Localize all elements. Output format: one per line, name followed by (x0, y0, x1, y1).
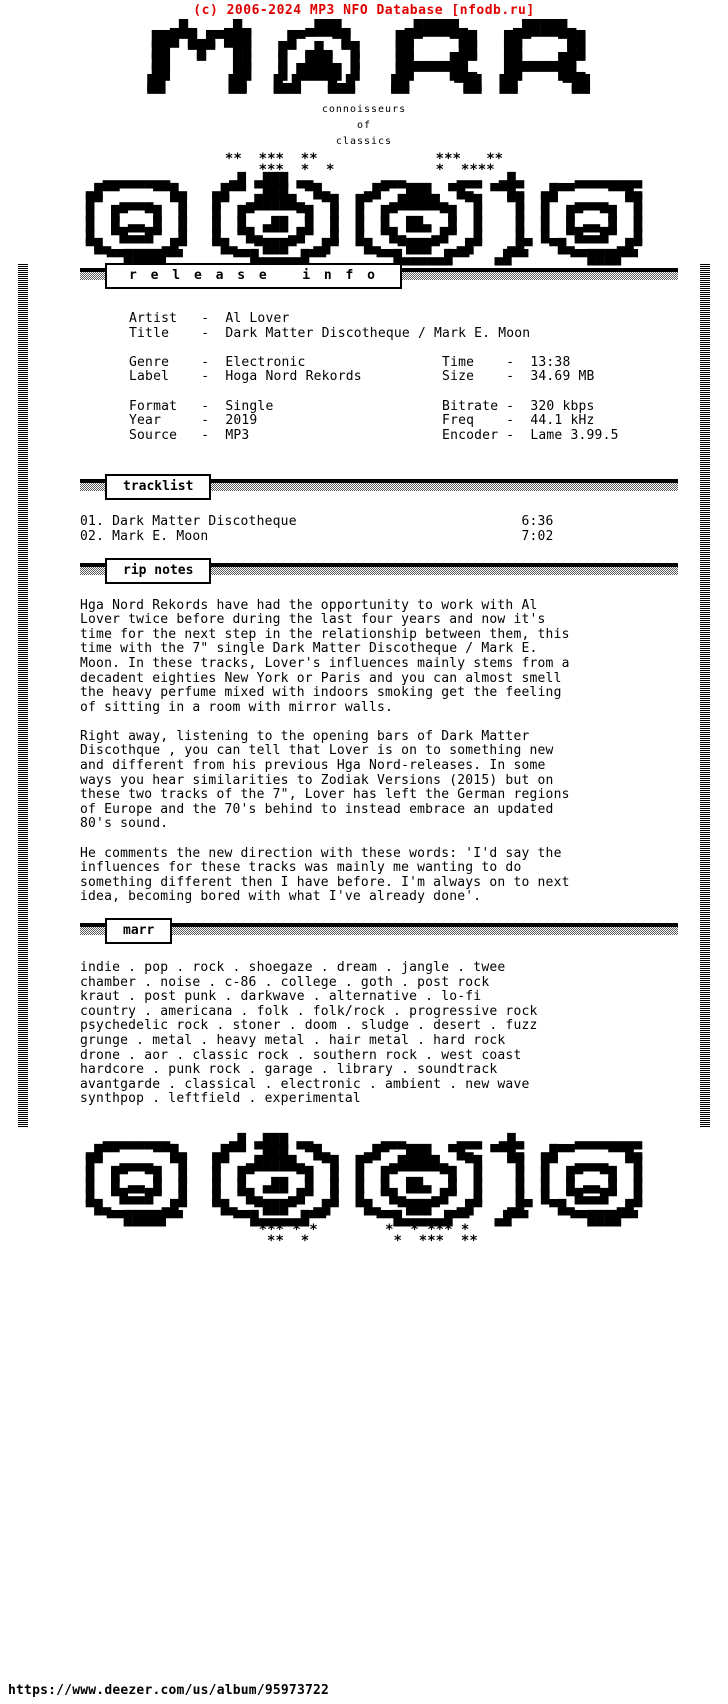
section-label-marr: marr (105, 918, 173, 944)
section-label-rip-notes: rip notes (105, 557, 212, 584)
section-header-tracklist: tracklist (0, 474, 728, 501)
ornament-bottom-stars: *** * * * * *** * ** * * *** ** (258, 1221, 478, 1249)
nfo-body-frame: r e l e a s e i n f o Artist - Al Lover … (0, 263, 728, 1127)
ornament-top-scroll: ▄▄▄▄▄▄▄▄ ▄█ ▄███ ▄▄ ▄▄▄ ▄▄▄ ▄█▄ ▄▄▄▄▄▄▄▄… (85, 173, 643, 266)
logo-tagline-classics: classics (335, 136, 393, 147)
genre-tag-list: indie . pop . rock . shoegaze . dream . … (80, 960, 538, 1107)
nfo-page: (c) 2006-2024 MP3 NFO Database [nfodb.ru… (0, 0, 728, 1704)
release-info-box: Artist - Al Lover Title - Dark Matter Di… (49, 290, 679, 461)
release-info-fields: Artist - Al Lover Title - Dark Matter Di… (129, 311, 619, 443)
logo-tagline-connoisseurs: connoisseurs (321, 104, 407, 115)
source-url[interactable]: https://www.deezer.com/us/album/95973722 (8, 1683, 329, 1698)
section-header-rip-notes: rip notes (0, 557, 728, 585)
logo-tagline-of: of (356, 120, 372, 131)
tracklist-entries: 01. Dark Matter Discotheque 6:36 02. Mar… (80, 514, 554, 544)
frame-left-rail (18, 264, 28, 1127)
ornament-bottom-scroll: ▄▄▄▄▄▄▄▄ ▄█ ▄███ ▄▄ ▄▄▄ ▄▄▄ ▄█▄ ▄▄▄▄▄▄▄▄… (85, 1133, 643, 1227)
section-label-release-info: r e l e a s e i n f o (105, 263, 403, 289)
marr-logo-ascii: ▄█▄ ▄█▄ ▄███▄ ▄█████▄ ▄█████▄ ███▀█▄█▀██… (147, 19, 590, 103)
section-header-marr: marr (0, 918, 728, 945)
rip-notes-text: Hga Nord Rekords have had the opportunit… (80, 597, 570, 905)
frame-right-rail (700, 264, 710, 1127)
section-header-release-info: r e l e a s e i n f o (0, 263, 728, 290)
section-label-tracklist: tracklist (105, 474, 212, 501)
nfo-database-copyright: (c) 2006-2024 MP3 NFO Database [nfodb.ru… (193, 3, 535, 18)
